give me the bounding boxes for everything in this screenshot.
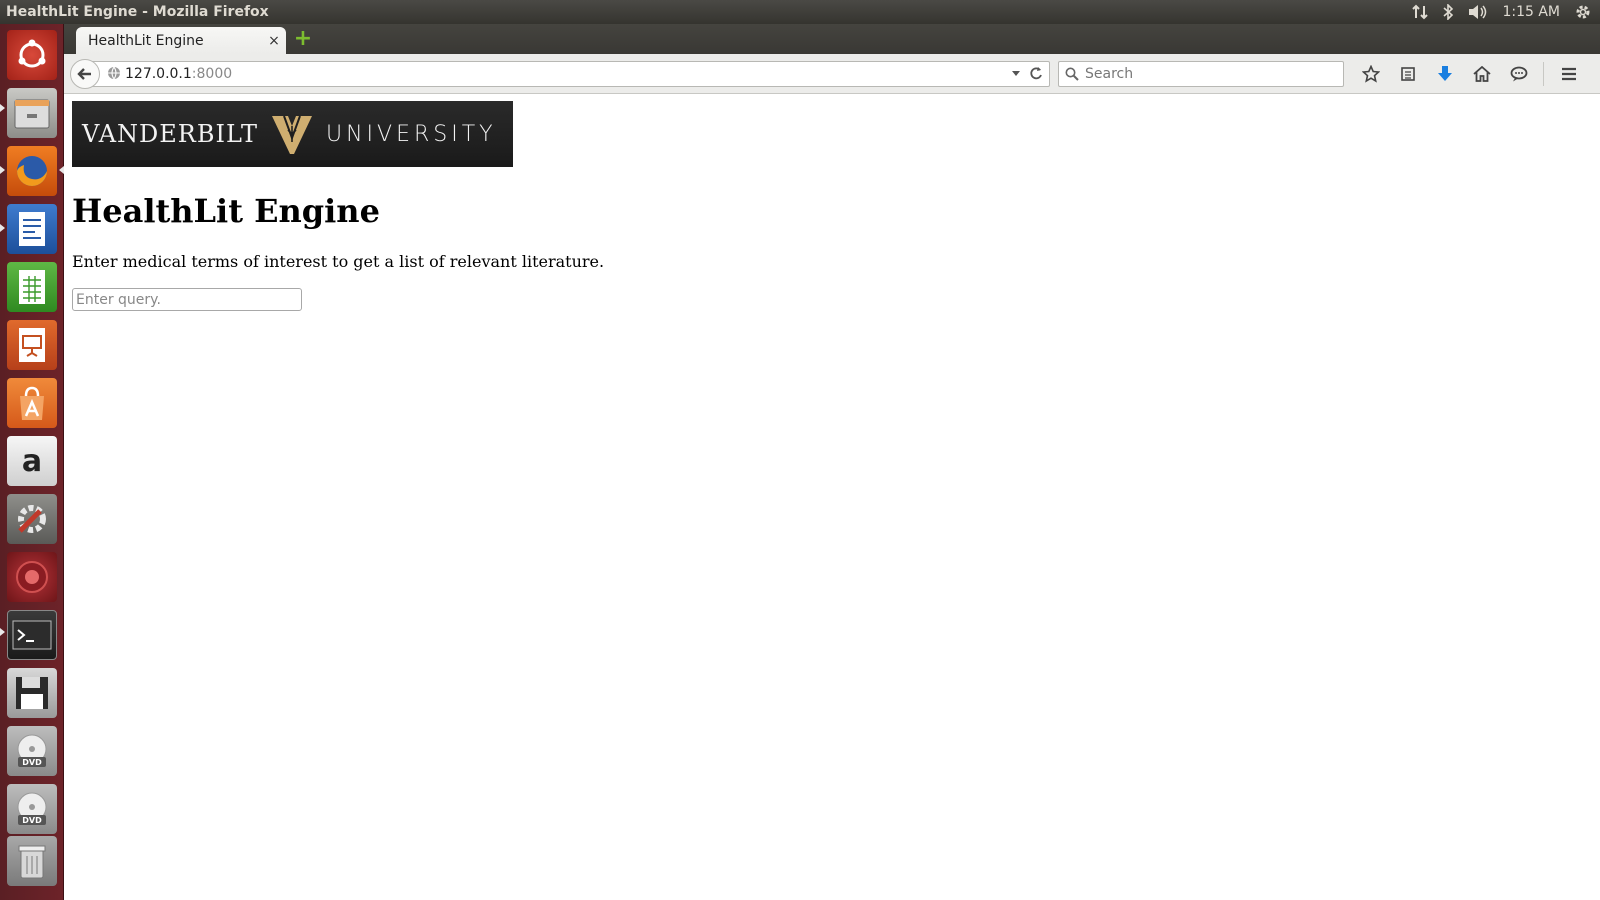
chat-icon[interactable] [1500, 62, 1537, 86]
query-input[interactable] [72, 288, 302, 311]
bookmarks-menu-icon[interactable] [1389, 62, 1426, 86]
history-dropdown-icon[interactable] [1011, 65, 1021, 81]
clock[interactable]: 1:15 AM [1502, 4, 1560, 20]
system-settings-icon[interactable] [7, 494, 57, 544]
network-icon[interactable] [1412, 4, 1429, 20]
toolbar-buttons [1352, 62, 1587, 86]
bluetooth-icon[interactable] [1442, 4, 1454, 20]
indicator-area: 1:15 AM [1412, 3, 1600, 21]
page-title: HealthLit Engine [72, 192, 380, 230]
amazon-icon[interactable]: a [7, 436, 57, 486]
svg-text:DVD: DVD [22, 758, 42, 767]
terminal-icon[interactable] [7, 610, 57, 660]
back-arrow-icon [77, 68, 91, 80]
new-tab-icon[interactable]: + [292, 28, 314, 50]
search-icon [1065, 67, 1079, 81]
reload-icon[interactable] [1029, 65, 1043, 81]
bookmark-star-icon[interactable] [1352, 62, 1389, 86]
trash-icon[interactable] [7, 836, 57, 886]
settings-gear-icon[interactable] [1574, 3, 1592, 21]
url-bar-actions [1011, 65, 1043, 81]
tab-title: HealthLit Engine [88, 32, 204, 49]
calc-icon[interactable] [7, 262, 57, 312]
running-indicator [0, 166, 5, 174]
volume-icon[interactable] [1468, 4, 1488, 20]
running-indicator [0, 224, 5, 232]
impress-icon[interactable] [7, 320, 57, 370]
firefox-icon[interactable] [7, 146, 57, 196]
url-bar[interactable]: 127.0.0.1 :8000 [86, 61, 1050, 87]
url-port: :8000 [191, 66, 233, 82]
page-content: VANDERBILT UNIVERSITY HealthLit Engine E… [72, 101, 604, 311]
unity-launcher: a DVD DVD [0, 24, 64, 900]
window-title: HealthLit Engine - Mozilla Firefox [6, 4, 269, 20]
hamburger-menu-icon[interactable] [1550, 62, 1587, 86]
close-tab-icon[interactable]: × [262, 33, 286, 49]
ubuntu-dash-icon[interactable] [7, 30, 57, 80]
software-center-icon[interactable] [7, 378, 57, 428]
vanderbilt-v-emblem-icon [271, 115, 312, 154]
app-icon[interactable] [7, 552, 57, 602]
home-icon[interactable] [1463, 62, 1500, 86]
logo-text-right: UNIVERSITY [325, 121, 497, 147]
os-top-panel: HealthLit Engine - Mozilla Firefox 1:15 … [0, 0, 1600, 24]
files-icon[interactable] [7, 88, 57, 138]
downloads-icon[interactable] [1426, 62, 1463, 86]
back-button[interactable] [70, 59, 100, 89]
running-indicator [0, 104, 5, 112]
dvd-drive-icon[interactable]: DVD [7, 726, 57, 776]
search-bar[interactable] [1058, 61, 1344, 87]
dvd-drive-icon[interactable]: DVD [7, 784, 57, 834]
tab-bar: HealthLit Engine × + [64, 24, 1600, 54]
running-indicator [0, 628, 5, 636]
focused-indicator [59, 166, 64, 174]
search-input[interactable] [1085, 66, 1325, 82]
floppy-drive-icon[interactable] [7, 668, 57, 718]
site-identity-icon[interactable] [107, 66, 121, 83]
tab-healthlit[interactable]: HealthLit Engine × [76, 27, 286, 54]
toolbar-separator [1543, 62, 1544, 86]
svg-text:DVD: DVD [22, 816, 42, 825]
logo-text-left: VANDERBILT [82, 120, 258, 148]
url-host: 127.0.0.1 [125, 66, 192, 82]
navigation-toolbar: 127.0.0.1 :8000 [64, 54, 1600, 94]
vanderbilt-logo: VANDERBILT UNIVERSITY [72, 101, 513, 167]
page-description: Enter medical terms of interest to get a… [72, 252, 605, 271]
writer-icon[interactable] [7, 204, 57, 254]
